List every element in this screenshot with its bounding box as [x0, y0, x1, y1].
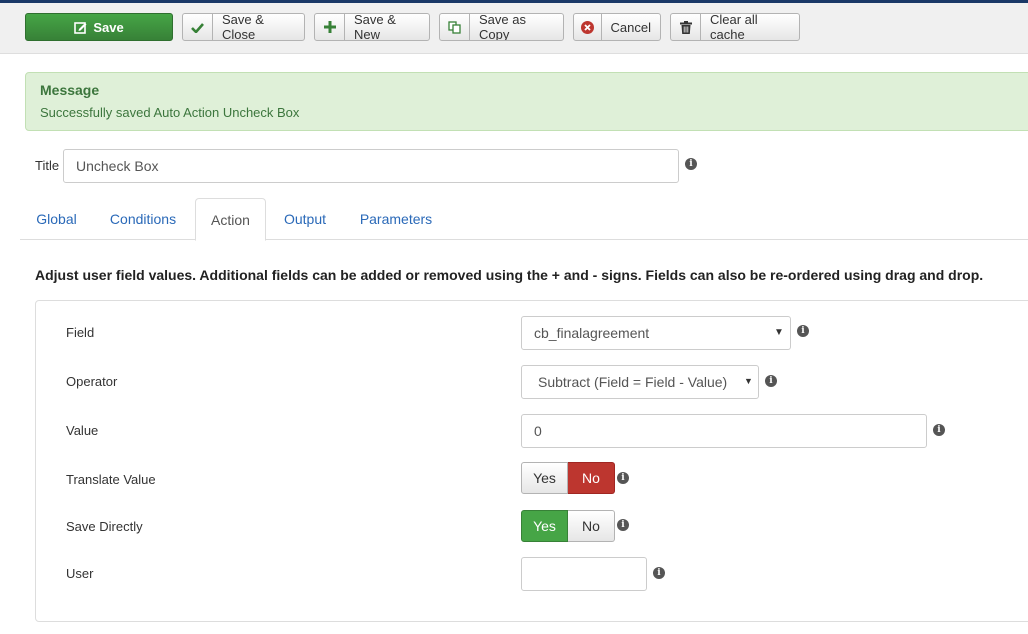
user-input[interactable] [521, 557, 647, 591]
value-label: Value [66, 423, 99, 438]
value-input-text: 0 [534, 423, 542, 439]
toolbar: Save Save & Close Save & New Save as Cop… [0, 3, 1028, 54]
info-icon[interactable]: i [617, 519, 629, 531]
operator-label: Operator [66, 374, 118, 389]
save-directly-no[interactable]: No [568, 510, 615, 542]
clear-all-cache-label: Clear all cache [710, 13, 758, 41]
value-input[interactable]: 0 [521, 414, 927, 448]
tab-output[interactable]: Output [274, 198, 336, 240]
copy-icon [448, 20, 461, 34]
chevron-down-icon: ▼ [774, 327, 784, 338]
operator-select[interactable]: Subtract (Field = Field - Value) [521, 365, 759, 399]
action-description: Adjust user field values. Additional fie… [35, 267, 984, 283]
pencil-square-icon [74, 21, 87, 34]
trash-icon [679, 20, 692, 34]
save-as-copy-button[interactable]: Save as Copy [439, 13, 564, 41]
field-select-value: cb_finalagreement [534, 325, 650, 341]
clear-all-cache-button[interactable]: Clear all cache [670, 13, 800, 41]
tab-action[interactable]: Action [195, 198, 266, 241]
save-close-button[interactable]: Save & Close [182, 13, 305, 41]
tab-conditions[interactable]: Conditions [98, 198, 188, 240]
save-new-button[interactable]: Save & New [314, 13, 430, 41]
title-label: Title [35, 158, 60, 173]
cancel-circle-icon [580, 20, 594, 34]
tab-bar: Global Conditions Action Output Paramete… [20, 198, 1028, 241]
info-icon[interactable]: i [797, 325, 809, 337]
translate-value-no[interactable]: No [568, 462, 615, 494]
chevron-down-icon: ▼ [744, 376, 753, 386]
cancel-label: Cancel [610, 19, 651, 35]
info-icon[interactable]: i [653, 567, 665, 579]
save-label: Save [93, 19, 124, 35]
translate-value-toggle: Yes No [521, 462, 615, 494]
save-as-copy-label: Save as Copy [479, 13, 526, 41]
message-heading: Message [40, 82, 100, 98]
field-label: Field [66, 325, 95, 340]
translate-value-yes[interactable]: Yes [521, 462, 568, 494]
info-icon[interactable]: i [617, 472, 629, 484]
message-text: Successfully saved Auto Action Uncheck B… [40, 105, 300, 120]
info-icon[interactable]: i [933, 424, 945, 436]
save-new-label: Save & New [354, 13, 396, 41]
cancel-button[interactable]: Cancel [573, 13, 661, 41]
info-icon[interactable]: i [765, 375, 777, 387]
info-icon[interactable]: i [685, 158, 697, 170]
save-close-label: Save & Close [222, 13, 264, 41]
user-label: User [66, 566, 94, 581]
translate-value-label: Translate Value [66, 472, 156, 487]
plus-icon [323, 21, 336, 33]
save-directly-yes[interactable]: Yes [521, 510, 568, 542]
operator-select-value: Subtract (Field = Field - Value) [538, 374, 728, 390]
tab-global[interactable]: Global [25, 198, 88, 240]
tab-parameters[interactable]: Parameters [348, 198, 444, 240]
field-select[interactable]: cb_finalagreement [521, 316, 791, 350]
success-message: Message Successfully saved Auto Action U… [25, 72, 1028, 131]
save-directly-label: Save Directly [66, 519, 143, 534]
save-button[interactable]: Save [25, 13, 173, 41]
checkmark-icon [191, 22, 204, 33]
title-input[interactable] [63, 149, 679, 183]
save-directly-toggle: Yes No [521, 510, 615, 542]
